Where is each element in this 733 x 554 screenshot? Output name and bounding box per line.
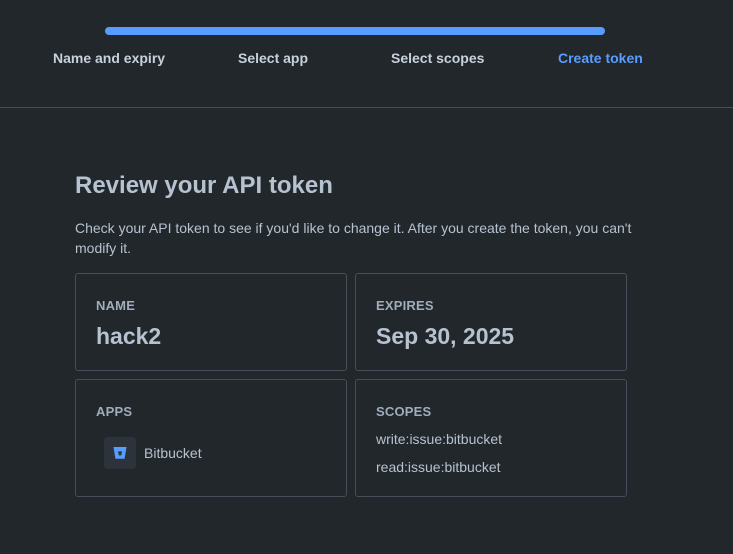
page-description: Check your API token to see if you'd lik…	[75, 220, 632, 256]
page-title: Review your API token	[75, 172, 333, 199]
bitbucket-icon	[104, 437, 136, 469]
apps-label: APPS	[96, 404, 133, 419]
scopes-card: SCOPES write:issue:bitbucket read:issue:…	[355, 379, 627, 497]
expires-label: EXPIRES	[376, 298, 434, 313]
header-divider	[0, 107, 733, 108]
progress-bar	[105, 27, 605, 35]
scope-item: read:issue:bitbucket	[376, 459, 501, 475]
expiry-date-value: Sep 30, 2025	[376, 323, 515, 349]
app-item-bitbucket: Bitbucket	[104, 437, 202, 469]
expires-card: EXPIRES Sep 30, 2025	[355, 273, 627, 371]
step-create-token[interactable]: Create token	[558, 50, 643, 66]
name-card: NAME hack2	[75, 273, 347, 371]
step-name-and-expiry[interactable]: Name and expiry	[53, 50, 165, 66]
step-select-app[interactable]: Select app	[238, 50, 308, 66]
app-name: Bitbucket	[144, 445, 202, 461]
name-label: NAME	[96, 298, 136, 313]
scopes-label: SCOPES	[376, 404, 432, 419]
token-name-value: hack2	[96, 323, 162, 349]
scope-item: write:issue:bitbucket	[376, 431, 503, 447]
step-select-scopes[interactable]: Select scopes	[391, 50, 484, 66]
apps-card: APPS Bitbucket	[75, 379, 347, 497]
create-api-token-page: Name and expiry Select app Select scopes…	[0, 0, 733, 554]
